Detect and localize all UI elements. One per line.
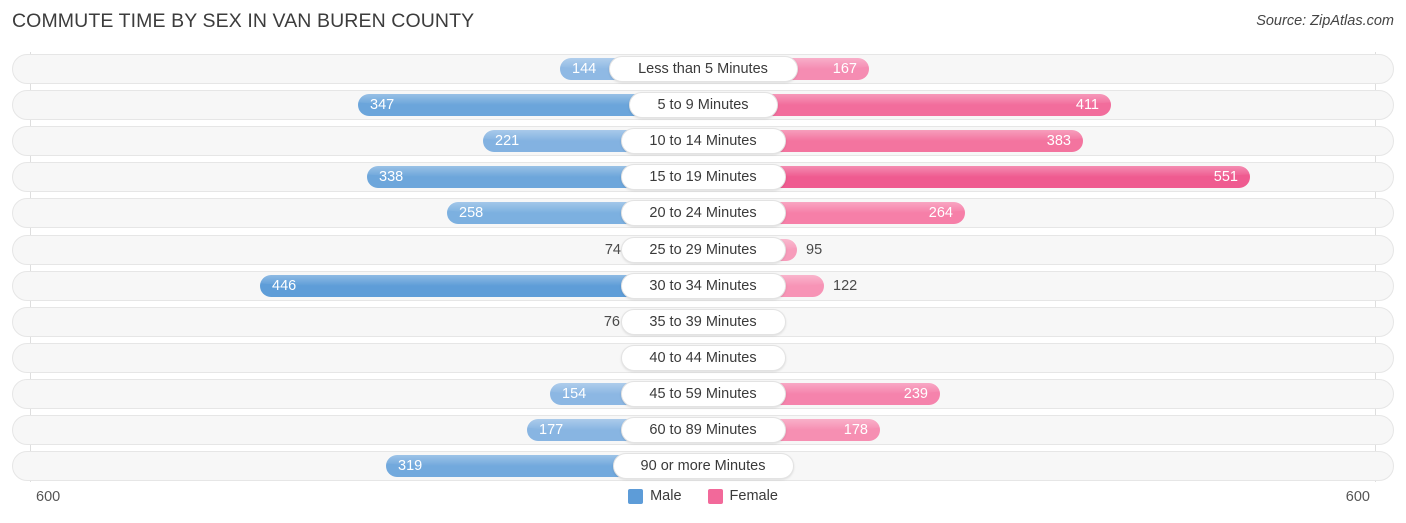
- category-label: 25 to 29 Minutes: [620, 236, 786, 263]
- chart-row: 60 to 89 Minutes 177 178: [12, 415, 1394, 445]
- category-label: 60 to 89 Minutes: [620, 417, 786, 443]
- value-label-male: 154: [562, 385, 587, 402]
- chart-row: 10 to 14 Minutes 221 383: [12, 126, 1394, 157]
- category-label: 5 to 9 Minutes: [628, 92, 778, 119]
- value-label-female: 551: [1213, 169, 1238, 186]
- chart-row: 45 to 59 Minutes 154 239: [12, 378, 1394, 409]
- chart-row: 15 to 19 Minutes 338 551: [12, 162, 1394, 193]
- value-label-male: 221: [495, 133, 520, 150]
- value-label-female: 264: [928, 205, 953, 222]
- legend-item-male[interactable]: Male: [628, 488, 682, 504]
- value-label-female: 122: [833, 277, 858, 294]
- chart-row: 40 to 44 Minutes251: [12, 342, 1394, 373]
- page-title: COMMUTE TIME BY SEX IN VAN BUREN COUNTY: [12, 10, 475, 32]
- category-label: Less than 5 Minutes: [608, 56, 798, 82]
- value-label-female: 239: [903, 385, 928, 402]
- value-label-male: 446: [272, 277, 297, 294]
- category-label: 15 to 19 Minutes: [620, 164, 786, 191]
- value-label-male: 76: [603, 313, 620, 330]
- legend-item-female[interactable]: Female: [707, 488, 778, 504]
- legend-label-male: Male: [650, 488, 682, 504]
- legend-swatch-male: [628, 488, 644, 504]
- value-label-male: 338: [379, 169, 404, 186]
- legend-swatch-female: [707, 488, 723, 504]
- category-label: 35 to 39 Minutes: [620, 308, 786, 335]
- value-label-male: 347: [370, 97, 395, 114]
- category-label: 90 or more Minutes: [612, 453, 794, 480]
- value-label-female: 411: [1075, 97, 1099, 114]
- legend-label-female: Female: [729, 488, 778, 504]
- chart-row: 90 or more Minutes31957: [12, 451, 1394, 482]
- value-label-female: 95: [806, 241, 823, 258]
- chart-legend: Male Female: [0, 488, 1406, 504]
- category-label: 45 to 59 Minutes: [620, 380, 786, 407]
- value-label-male: 258: [459, 205, 484, 222]
- value-label-male: 177: [539, 422, 564, 438]
- chart-root: COMMUTE TIME BY SEX IN VAN BUREN COUNTY …: [0, 0, 1406, 523]
- chart-row: 20 to 24 Minutes 258 264: [12, 198, 1394, 229]
- chart-row: Less than 5 Minutes 144 167: [12, 54, 1394, 84]
- value-label-female: 178: [843, 422, 868, 438]
- chart-row: 35 to 39 Minutes760: [12, 306, 1394, 337]
- category-label: 40 to 44 Minutes: [620, 344, 786, 371]
- chart-row: 5 to 9 Minutes 347 411: [12, 90, 1394, 121]
- value-label-female: 167: [832, 61, 857, 77]
- chart-row: 25 to 29 Minutes 74 95: [12, 234, 1394, 265]
- plot-area: Less than 5 Minutes 144 167 5 to 9 Minutes 3…: [0, 52, 1406, 482]
- source-attribution: Source: ZipAtlas.com: [1256, 13, 1394, 29]
- value-label-male: 319: [398, 458, 423, 475]
- category-label: 20 to 24 Minutes: [620, 200, 786, 227]
- value-label-male: 144: [572, 61, 597, 77]
- chart-row: 30 to 34 Minutes 446 122: [12, 270, 1394, 301]
- value-label-female: 383: [1046, 133, 1071, 150]
- category-label: 10 to 14 Minutes: [620, 128, 786, 155]
- value-label-male: 74: [604, 241, 621, 258]
- category-label: 30 to 34 Minutes: [620, 272, 786, 299]
